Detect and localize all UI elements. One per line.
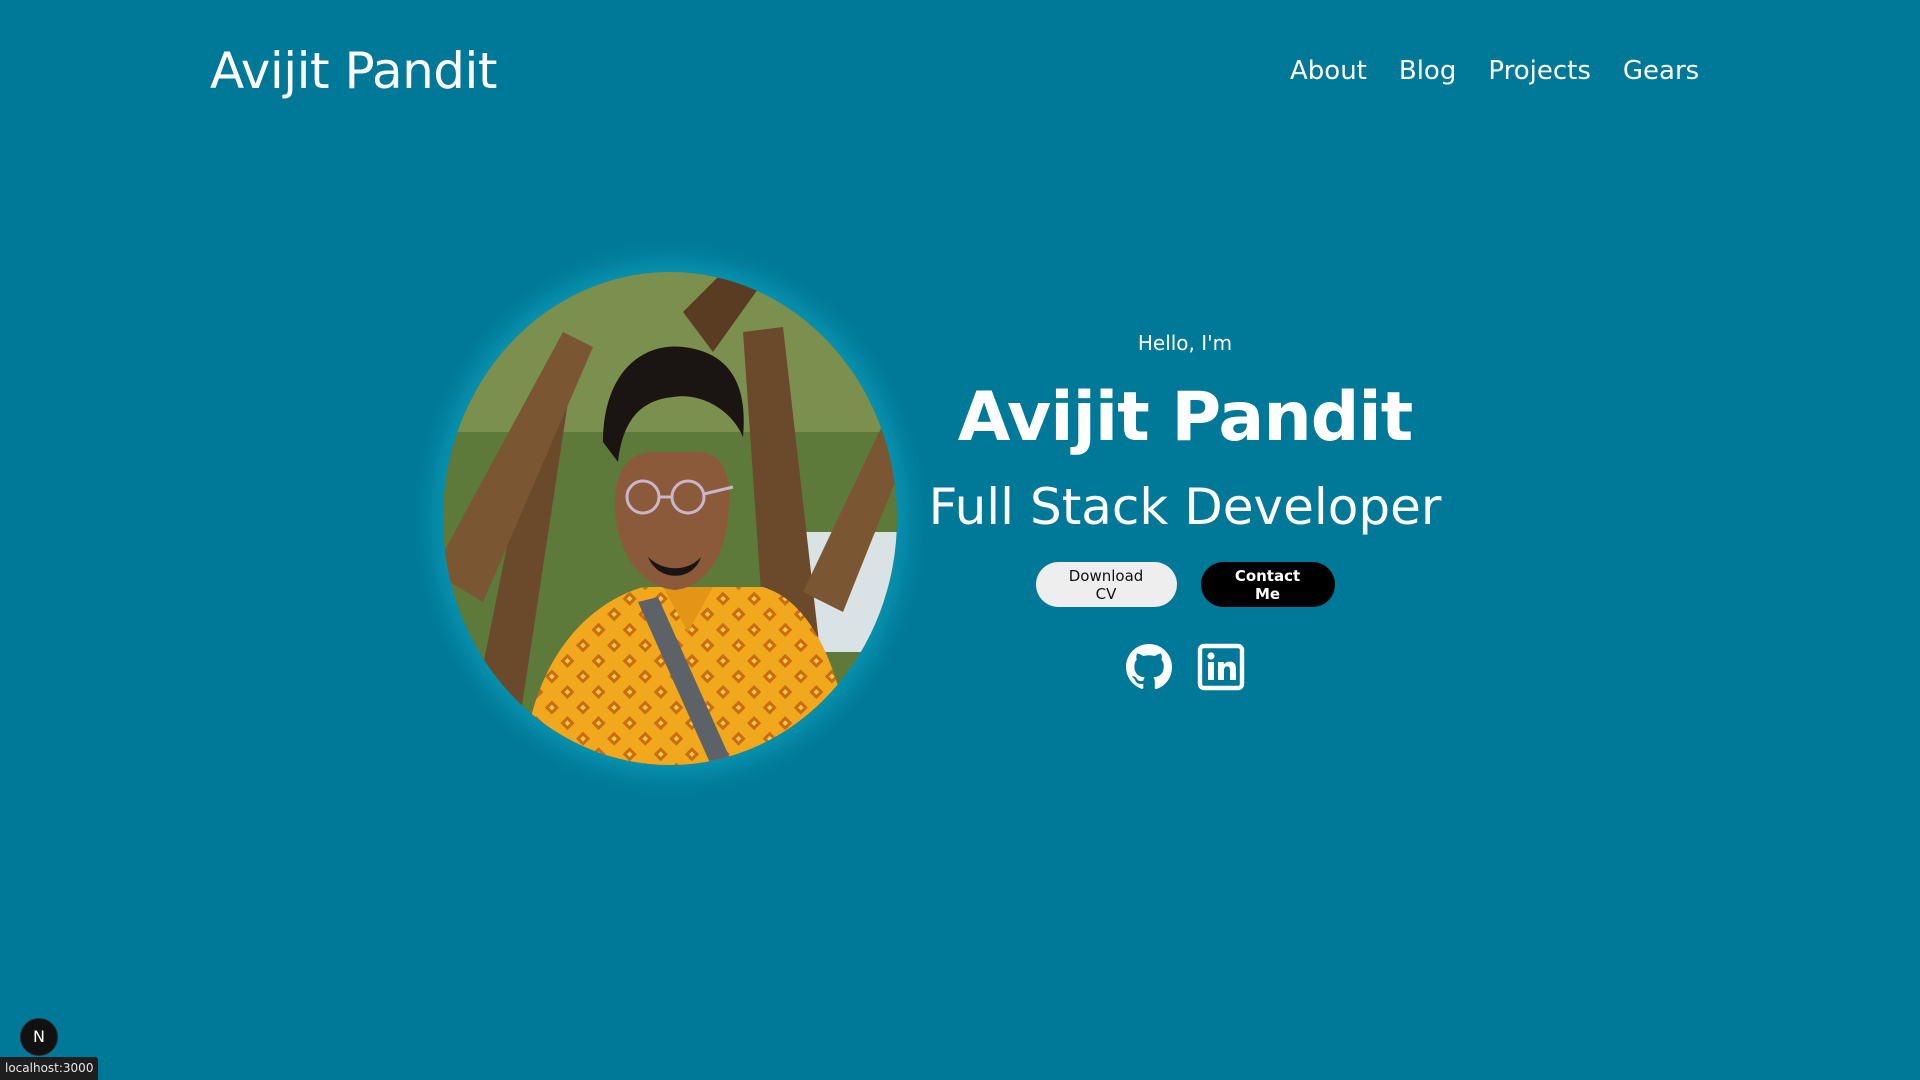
- nav-item-about: About: [1290, 50, 1367, 92]
- hero-name: Avijit Pandit: [957, 378, 1413, 457]
- github-icon: [1126, 644, 1173, 690]
- main-nav: About Blog Projects Gears: [1290, 50, 1699, 92]
- linkedin-link[interactable]: [1197, 643, 1245, 691]
- nav-item-projects: Projects: [1488, 50, 1591, 92]
- github-link[interactable]: [1125, 643, 1173, 691]
- nav-item-blog: Blog: [1399, 50, 1456, 92]
- contact-me-button[interactable]: Contact Me: [1200, 562, 1335, 607]
- site-logo[interactable]: Avijit Pandit: [210, 38, 498, 104]
- profile-photo-illustration: [443, 272, 897, 765]
- status-bar-url: localhost:3000: [0, 1057, 99, 1080]
- nav-link-about[interactable]: About: [1290, 56, 1367, 86]
- nav-item-gears: Gears: [1623, 50, 1699, 92]
- hero-role: Full Stack Developer: [928, 478, 1442, 536]
- social-links: [885, 643, 1485, 691]
- nav-link-blog[interactable]: Blog: [1399, 56, 1456, 86]
- cta-buttons: Download CV Contact Me: [885, 562, 1485, 607]
- nextjs-devtools-badge[interactable]: N: [20, 1018, 58, 1056]
- profile-photo: [443, 272, 897, 765]
- hero-section: Hello, I'm Avijit Pandit Full Stack Deve…: [885, 318, 1485, 691]
- nav-link-projects[interactable]: Projects: [1488, 56, 1591, 86]
- hero-greeting: Hello, I'm: [1137, 331, 1233, 355]
- linkedin-icon: [1197, 643, 1245, 691]
- nav-link-gears[interactable]: Gears: [1623, 56, 1699, 86]
- download-cv-button[interactable]: Download CV: [1035, 562, 1177, 607]
